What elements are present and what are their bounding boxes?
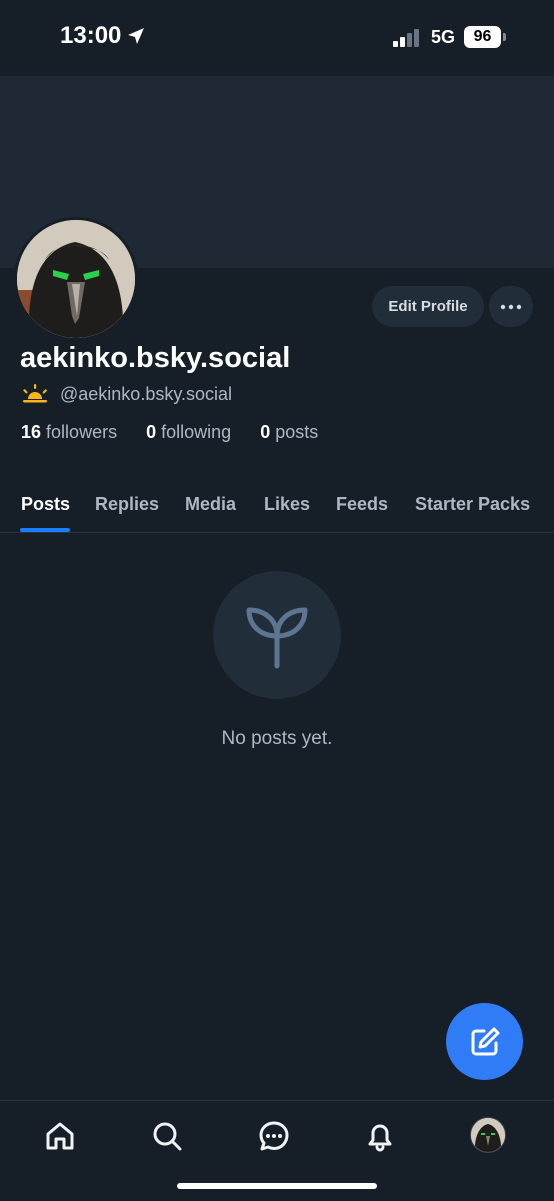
home-icon [46,1122,74,1150]
tab-media[interactable]: Media [185,494,236,515]
active-tab-indicator [20,528,70,532]
handle-row: @aekinko.bsky.social [20,383,232,405]
bell-icon [368,1124,392,1152]
empty-state-icon-circle [213,571,341,699]
nav-chat[interactable] [254,1116,294,1156]
battery-indicator: 96 [464,26,501,48]
compose-icon [471,1027,499,1055]
home-indicator [177,1183,377,1189]
nav-notifications[interactable] [360,1116,400,1156]
empty-state-text: No posts yet. [221,728,333,749]
tab-starter-packs[interactable]: Starter Packs [415,494,530,515]
more-options-button[interactable] [489,286,533,327]
following-stat[interactable]: 0 following [146,422,243,442]
profile-handle: @aekinko.bsky.social [60,383,233,404]
profile-stats: 16 followers 0 following 0 posts [21,422,342,443]
sprout-icon [246,607,308,669]
search-icon [153,1122,182,1151]
nav-profile-avatar[interactable] [470,1117,506,1153]
sunrise-icon [23,384,47,403]
profile-tabs: Posts Replies Media Likes Feeds Starter … [0,490,554,533]
profile-avatar[interactable] [14,217,138,341]
location-arrow-icon [128,28,144,44]
battery-tip [503,33,506,41]
ellipsis-icon [500,304,522,309]
tab-likes[interactable]: Likes [264,494,310,515]
posts-stat: 0 posts [260,422,319,442]
tab-posts[interactable]: Posts [21,494,70,515]
status-bar: 13:00 5G 96 [0,0,554,76]
chat-icon [259,1121,289,1151]
network-type: 5G [431,27,456,47]
tab-feeds[interactable]: Feeds [336,494,388,515]
display-name: aekinko.bsky.social [20,342,291,374]
nav-search[interactable] [147,1116,187,1156]
compose-post-button[interactable] [446,1003,523,1080]
cellular-signal-icon [393,29,419,47]
tab-replies[interactable]: Replies [95,494,159,515]
edit-profile-button[interactable]: Edit Profile [372,286,484,327]
followers-stat[interactable]: 16 followers [21,422,129,442]
status-time: 13:00 [60,22,122,49]
nav-home[interactable] [40,1116,80,1156]
